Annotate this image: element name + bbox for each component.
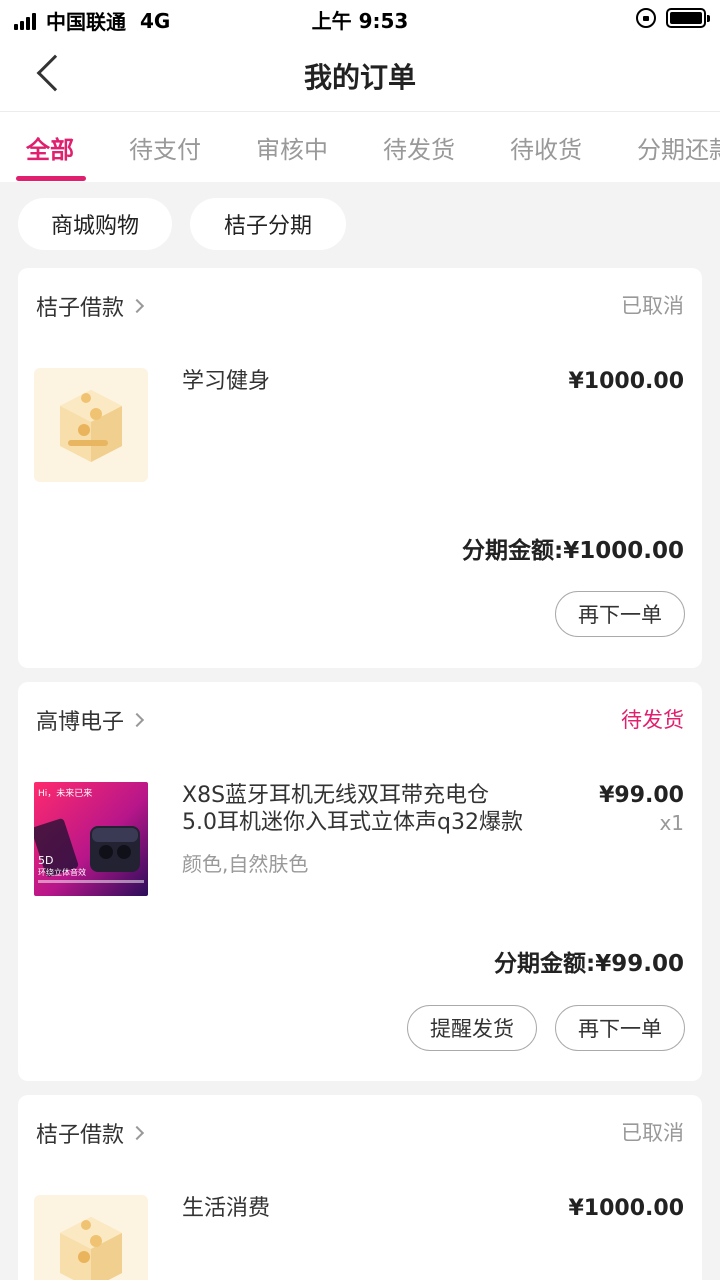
- coin-box-icon: [60, 390, 122, 462]
- order-card: 桔子借款 已取消 学习健身 ¥1000.00 分期金额:¥1000.00 再下一…: [18, 268, 702, 668]
- order-tabs: 全部 待支付 审核中 待发货 待收货 分期还款: [0, 112, 720, 182]
- remind-shipment-button[interactable]: 提醒发货: [407, 1005, 537, 1051]
- product-name-line2[interactable]: 5.0耳机迷你入耳式立体声q32爆款: [182, 809, 523, 837]
- product-name[interactable]: 学习健身: [182, 368, 270, 396]
- chevron-right-icon: [129, 298, 145, 314]
- product-price: ¥99.00: [599, 783, 684, 808]
- nav-bar: 我的订单: [0, 38, 720, 112]
- thumb-tagline: Hi，未来已来: [38, 789, 93, 799]
- coin-box-icon: [60, 1217, 122, 1280]
- order-card: 高博电子 待发货 Hi，未来已来 5D 环绕立体音效 X8S蓝牙耳机无线双耳带充…: [18, 682, 702, 1081]
- product-thumbnail[interactable]: [34, 368, 148, 482]
- product-thumbnail[interactable]: Hi，未来已来 5D 环绕立体音效: [34, 782, 148, 896]
- product-thumbnail[interactable]: [34, 1195, 148, 1280]
- product-spec: 颜色,自然肤色: [182, 852, 309, 876]
- order-status: 已取消: [621, 294, 684, 318]
- merchant-name: 高博电子: [36, 710, 125, 735]
- merchant-name: 桔子借款: [36, 296, 125, 321]
- merchant-link[interactable]: 桔子借款: [36, 290, 145, 322]
- thumb-badge: 5D: [38, 854, 54, 867]
- reorder-button[interactable]: 再下一单: [555, 1005, 685, 1051]
- product-quantity: x1: [659, 811, 684, 835]
- tab-all[interactable]: 全部: [26, 130, 74, 165]
- merchant-link[interactable]: 桔子借款: [36, 1117, 145, 1149]
- merchant-name: 桔子借款: [36, 1123, 125, 1148]
- reorder-button[interactable]: 再下一单: [555, 591, 685, 637]
- chevron-right-icon: [129, 712, 145, 728]
- earbuds-product-image: [34, 782, 148, 896]
- merchant-link[interactable]: 高博电子: [36, 704, 145, 736]
- status-time: 上午 9:53: [311, 9, 409, 33]
- tab-under-review[interactable]: 审核中: [256, 130, 328, 165]
- product-price: ¥1000.00: [568, 1196, 684, 1221]
- order-status: 已取消: [621, 1121, 684, 1145]
- installment-total: 分期金额:¥1000.00: [462, 538, 684, 564]
- chip-mall-shopping[interactable]: 商城购物: [18, 198, 172, 250]
- thumb-subtitle: 环绕立体音效: [38, 868, 86, 877]
- page-title: 我的订单: [303, 61, 416, 94]
- tab-pending-shipment[interactable]: 待发货: [383, 130, 455, 165]
- battery-icon: [666, 8, 710, 28]
- tab-installment-repayment[interactable]: 分期还款: [637, 130, 720, 165]
- rotation-lock-icon: [636, 8, 656, 28]
- active-tab-indicator: [16, 176, 86, 181]
- tab-pending-payment[interactable]: 待支付: [129, 130, 201, 165]
- product-name[interactable]: 生活消费: [182, 1195, 270, 1223]
- status-right: [636, 8, 710, 28]
- order-status: 待发货: [621, 708, 684, 732]
- tab-pending-receipt[interactable]: 待收货: [510, 130, 582, 165]
- installment-total: 分期金额:¥99.00: [494, 951, 684, 977]
- status-bar: 中国联通 4G 上午 9:53: [0, 0, 720, 38]
- order-card: 桔子借款 已取消 生活消费 ¥1000.00: [18, 1095, 702, 1280]
- product-price: ¥1000.00: [568, 369, 684, 394]
- chevron-right-icon: [129, 1125, 145, 1141]
- product-name[interactable]: X8S蓝牙耳机无线双耳带充电仓: [182, 782, 489, 810]
- chip-orange-installment[interactable]: 桔子分期: [190, 198, 346, 250]
